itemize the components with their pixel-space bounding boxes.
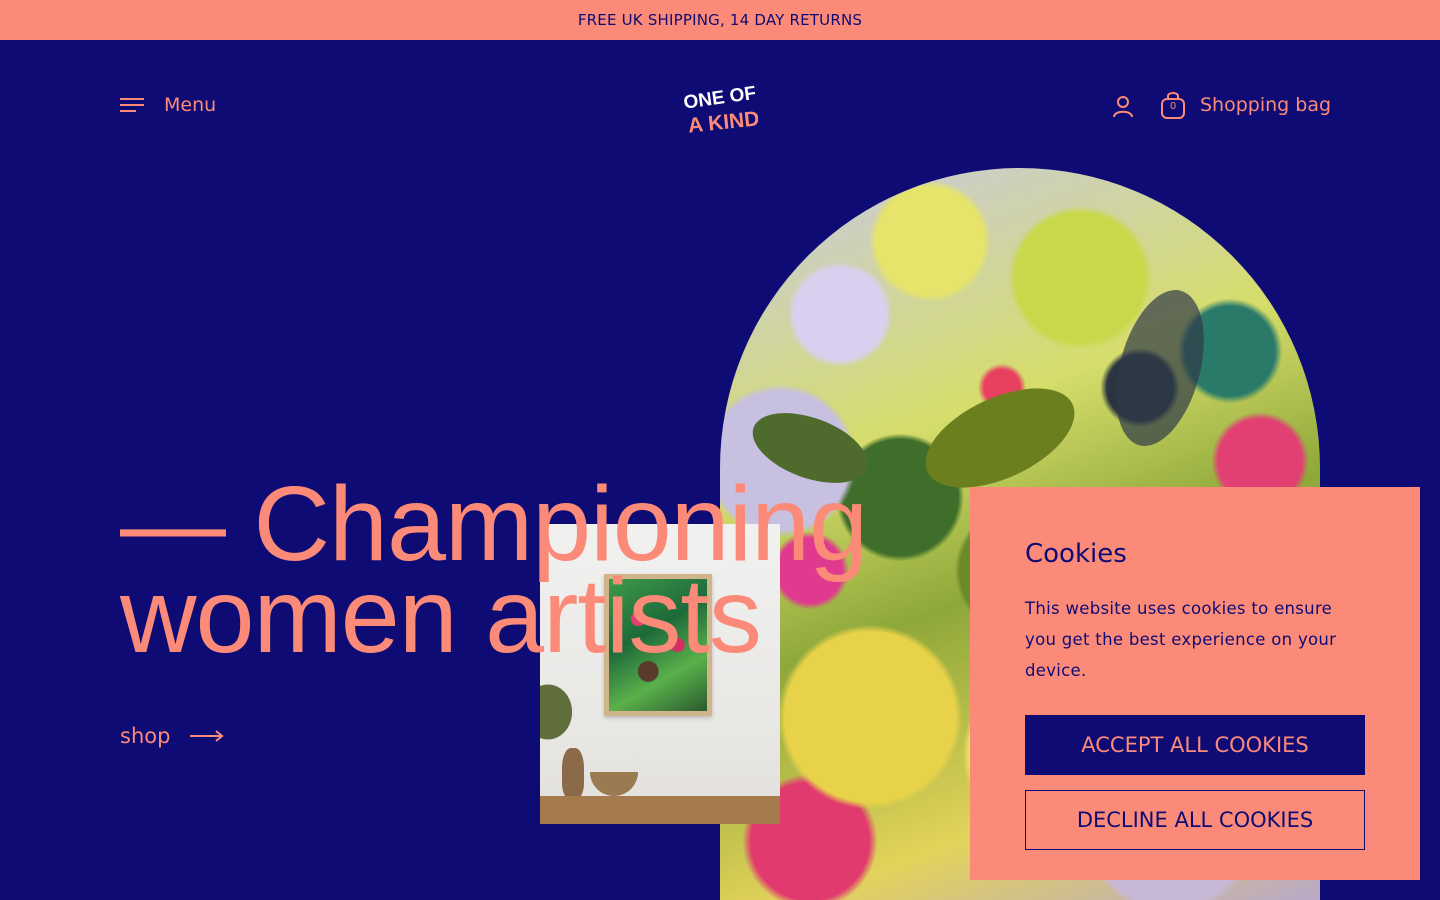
menu-button[interactable]: Menu: [120, 94, 216, 116]
bowl: [590, 772, 638, 796]
shop-link[interactable]: shop: [120, 724, 224, 748]
announcement-bar: FREE UK SHIPPING, 14 DAY RETURNS: [0, 0, 1440, 40]
shopping-bag-button[interactable]: 0 Shopping bag: [1160, 90, 1331, 120]
shopping-bag-label: Shopping bag: [1200, 94, 1332, 116]
accept-cookies-button[interactable]: ACCEPT ALL COOKIES: [1025, 715, 1365, 775]
shop-label: shop: [120, 724, 171, 748]
hero-headline: — Championing women artists: [120, 471, 940, 669]
cookie-message: This website uses cookies to ensure you …: [1025, 599, 1337, 680]
site-header: Menu ONE OF A KIND 0 Shopping bag: [0, 40, 1440, 175]
decline-cookies-button[interactable]: DECLINE ALL COOKIES: [1025, 790, 1365, 850]
announcement-text: FREE UK SHIPPING, 14 DAY RETURNS: [577, 11, 863, 29]
cookie-title: Cookies: [1025, 539, 1127, 569]
user-icon[interactable]: [1112, 95, 1134, 119]
cart-count: 0: [1169, 101, 1177, 112]
hamburger-icon: [120, 98, 144, 112]
menu-label: Menu: [164, 94, 217, 116]
wooden-shelf: [540, 796, 780, 824]
vase: [562, 748, 584, 798]
arrow-right-icon: [190, 730, 224, 742]
headline-line-2: women artists: [120, 557, 762, 675]
shopping-bag-icon: 0: [1160, 90, 1186, 120]
logo[interactable]: ONE OF A KIND: [684, 84, 758, 134]
cookie-banner: Cookies This website uses cookies to ens…: [970, 487, 1420, 880]
